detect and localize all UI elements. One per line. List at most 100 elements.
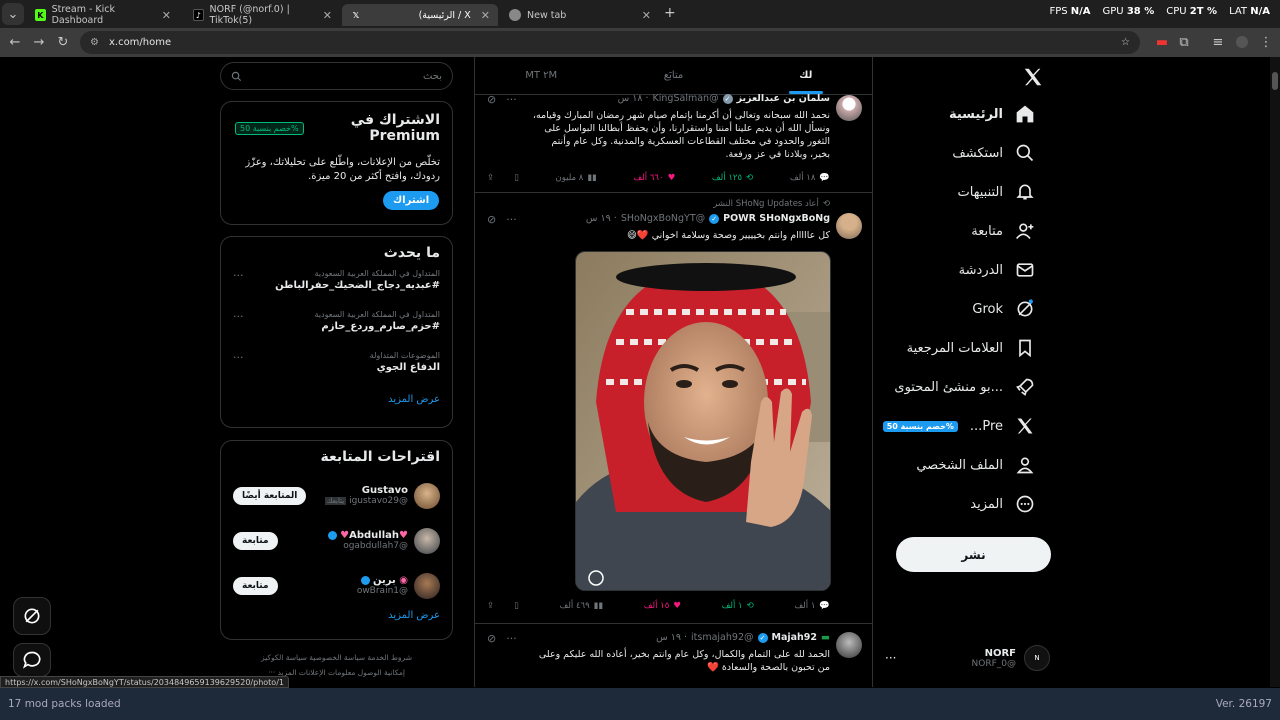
- subscribe-button[interactable]: اشتراك: [383, 191, 440, 210]
- close-icon[interactable]: ✕: [642, 9, 651, 22]
- share-icon[interactable]: ⇪: [487, 173, 494, 183]
- nav-grok[interactable]: Grok: [972, 299, 1035, 319]
- nav-premium[interactable]: Pre... %خصم بنسبة 50: [882, 416, 1035, 436]
- profile-avatar-icon[interactable]: [1230, 30, 1254, 54]
- tweet-time[interactable]: · ١٨ س: [618, 93, 649, 104]
- browser-tab-kick[interactable]: K Stream - Kick Dashboard ✕: [27, 4, 179, 26]
- follow-suggestion[interactable]: ♥Abdullah♥ @ogabdullah7 متابعة: [233, 518, 440, 563]
- browser-tab-x[interactable]: 𝕏 (الرئيسية / X ✕: [342, 4, 498, 26]
- author-handle[interactable]: @KingSalman: [653, 93, 719, 104]
- more-options-icon[interactable]: ···: [506, 632, 517, 645]
- more-options-icon[interactable]: ···: [233, 310, 244, 323]
- nav-more[interactable]: المزيد: [970, 494, 1035, 514]
- author-name[interactable]: Majah92: [772, 632, 818, 643]
- bookmark-button[interactable]: ▯ ⇪: [487, 173, 519, 183]
- trend-context: الموضوعات المتداولة: [369, 351, 440, 360]
- author-handle[interactable]: @SHoNgxBoNgYT: [621, 213, 705, 224]
- avatar[interactable]: [836, 213, 862, 239]
- follow-button[interactable]: متابعة: [233, 531, 278, 550]
- forward-icon[interactable]: →: [27, 31, 51, 55]
- tweet-time[interactable]: · ١٩ س: [586, 213, 617, 224]
- site-info-icon[interactable]: ⚙: [90, 37, 99, 48]
- extensions-puzzle-icon[interactable]: ⧉: [1172, 30, 1196, 54]
- bookmark-button[interactable]: ▯ ⇪: [487, 601, 519, 611]
- browser-tab-tiktok[interactable]: ♪ NORF (@norf.0) | TikTok(5) ✕: [185, 4, 340, 26]
- close-icon[interactable]: ✕: [481, 9, 490, 22]
- tweet[interactable]: سلمان بن عبدالعزيز ✓ @KingSalman · ١٨ س …: [475, 87, 872, 193]
- tweet-time[interactable]: · ١٩ س: [656, 632, 687, 643]
- browser-tab-newtab[interactable]: New tab ✕: [501, 4, 659, 26]
- follow-suggestion[interactable]: Gustavo @igustavo29 يتابعك المتابعة أيضً…: [233, 473, 440, 518]
- search-input[interactable]: بحث: [220, 62, 453, 90]
- avatar[interactable]: [836, 95, 862, 121]
- views-button[interactable]: ▮▮ ٤٦٩ ألف: [560, 601, 604, 611]
- tab-search-button[interactable]: ⌄: [2, 3, 24, 25]
- reply-button[interactable]: 💬 ١٨ ألف: [790, 173, 830, 183]
- follow-suggestion[interactable]: ◉ برين @owBrain1 متابعة: [233, 563, 440, 608]
- scrollbar-thumb[interactable]: [1272, 72, 1278, 90]
- show-more-link[interactable]: عرض المزيد: [233, 610, 440, 621]
- account-handle: @NORF_0: [971, 658, 1016, 669]
- nav-profile[interactable]: الملف الشخصي: [916, 455, 1035, 475]
- more-options-icon[interactable]: ···: [233, 351, 244, 364]
- post-button[interactable]: نشر: [896, 537, 1051, 572]
- x-logo-icon[interactable]: [1022, 66, 1044, 88]
- grok-icon[interactable]: ⊘: [487, 213, 496, 226]
- author-name[interactable]: POWR SHoNgxBoNg: [723, 213, 830, 224]
- follow-icon: [1016, 223, 1034, 240]
- avatar[interactable]: [414, 482, 440, 509]
- close-icon[interactable]: ✕: [162, 9, 171, 22]
- nav-follow[interactable]: متابعة: [971, 221, 1035, 241]
- like-button[interactable]: ♥ ٦٦٠ ألف: [633, 173, 675, 183]
- grok-float-button[interactable]: [13, 597, 51, 635]
- trend-item[interactable]: المتداول في المملكة العربية السعودية #حز…: [233, 310, 440, 351]
- repost-button[interactable]: ⟲ ١٢٥ ألف: [712, 173, 753, 183]
- nav-messages[interactable]: الدردشة: [959, 260, 1035, 280]
- show-more-link[interactable]: عرض المزيد: [233, 394, 440, 405]
- nav-bookmarks[interactable]: العلامات المرجعية: [907, 338, 1035, 358]
- address-bar[interactable]: ⚙ x.com/home ☆: [80, 31, 1140, 54]
- new-tab-button[interactable]: +: [664, 5, 676, 21]
- more-options-icon[interactable]: ···: [885, 651, 896, 665]
- browser-menu-icon[interactable]: ⋮: [1254, 30, 1278, 54]
- tweet-photo[interactable]: [575, 251, 831, 591]
- media-control-icon[interactable]: ≡: [1206, 30, 1230, 54]
- back-icon[interactable]: ←: [3, 31, 27, 55]
- follow-back-button[interactable]: المتابعة أيضًا: [233, 486, 307, 505]
- author-name[interactable]: سلمان بن عبدالعزيز: [737, 93, 830, 104]
- grok-icon[interactable]: ⊘: [487, 93, 496, 106]
- more-options-icon[interactable]: ···: [506, 213, 517, 226]
- reply-button[interactable]: 💬 ١ ألف: [794, 601, 830, 611]
- avatar[interactable]: [414, 572, 440, 599]
- grok-icon[interactable]: ⊘: [487, 632, 496, 645]
- more-options-icon[interactable]: ···: [233, 269, 244, 282]
- reposted-by[interactable]: أعاد SHoNg Updates النشر: [713, 199, 819, 209]
- like-button[interactable]: ♥ ١٥ ألف: [644, 601, 681, 611]
- avatar[interactable]: [414, 527, 440, 554]
- page-scrollbar[interactable]: [1270, 57, 1280, 687]
- views-button[interactable]: ▮▮ ٨ مليون: [556, 173, 597, 183]
- close-icon[interactable]: ✕: [323, 9, 332, 22]
- nav-creator-studio[interactable]: ...بو منشئ المحتوى: [894, 377, 1035, 397]
- nav-explore[interactable]: استكشف: [952, 143, 1035, 163]
- author-handle[interactable]: @itsmajah92: [691, 632, 753, 643]
- extension-icon[interactable]: ▬: [1150, 30, 1174, 54]
- share-icon[interactable]: ⇪: [487, 601, 494, 611]
- follow-button[interactable]: متابعة: [233, 576, 278, 595]
- repost-button[interactable]: ⟲ ١ ألف: [722, 601, 754, 611]
- tweet[interactable]: ▬ Majah92 ✓ @itsmajah92 · ١٩ س ··· ⊘ الح…: [475, 624, 872, 687]
- nav-notifications[interactable]: التنبيهات: [958, 182, 1035, 202]
- trend-item[interactable]: المتداول في المملكة العربية السعودية #عب…: [233, 269, 440, 310]
- verified-icon: ✓: [757, 632, 768, 643]
- premium-description: تخلّص من الإعلانات، واطّلع على تحليلاتك،…: [245, 157, 440, 182]
- x-icon: 𝕏: [352, 10, 360, 20]
- footer-links[interactable]: شروط الخدمة سياسة الخصوصية سياسة الكوكيز: [220, 650, 453, 665]
- chat-float-button[interactable]: [13, 643, 51, 677]
- account-switcher[interactable]: N NORF @NORF_0 ···: [885, 643, 1050, 673]
- nav-home[interactable]: الرئيسية: [949, 104, 1035, 124]
- bookmark-star-icon[interactable]: ☆: [1121, 37, 1130, 48]
- avatar[interactable]: [836, 632, 862, 658]
- more-options-icon[interactable]: ···: [506, 93, 517, 106]
- trend-item[interactable]: الموضوعات المتداولة الدفاع الجوي ···: [233, 351, 440, 392]
- reload-icon[interactable]: ↻: [51, 31, 75, 55]
